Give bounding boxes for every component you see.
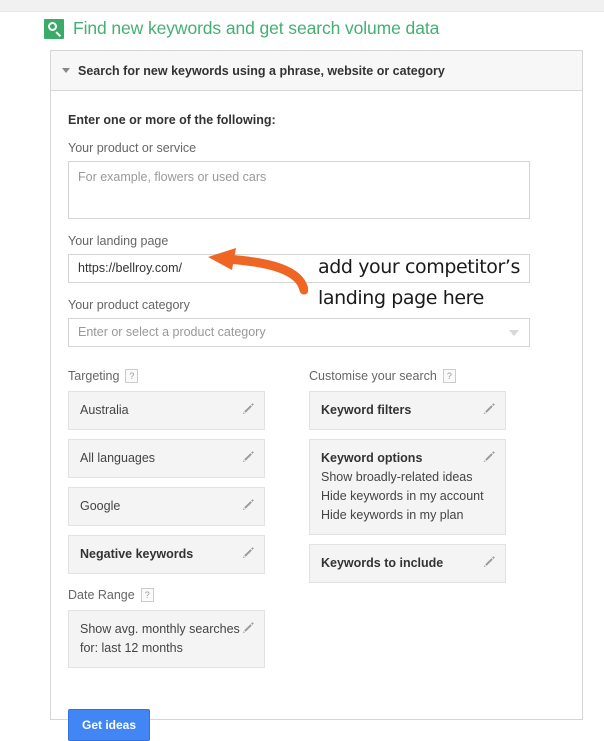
targeting-item-label: Australia: [80, 403, 129, 417]
targeting-heading: Targeting ?: [68, 369, 265, 383]
date-range-line-1: Show avg. monthly searches: [80, 622, 240, 636]
keyword-option-line: Show broadly-related ideas: [321, 470, 473, 484]
keyword-options-label: Keyword options: [321, 451, 423, 465]
caret-down-icon: [62, 68, 70, 73]
targeting-item-negative-keywords[interactable]: Negative keywords: [68, 535, 265, 574]
help-icon[interactable]: ?: [442, 369, 456, 383]
product-category-placeholder: Enter or select a product category: [78, 325, 266, 339]
landing-page-label: Your landing page: [68, 234, 169, 248]
annotation-line-1: add your competitor’s: [318, 256, 521, 278]
form-section-title: Enter one or more of the following:: [68, 113, 276, 127]
curved-arrow-icon: [196, 248, 309, 301]
pencil-icon[interactable]: [241, 498, 255, 512]
keyword-option-line: Hide keywords in my account: [321, 489, 484, 503]
targeting-heading-label: Targeting: [68, 369, 120, 383]
pencil-icon[interactable]: [241, 621, 255, 635]
keyword-filters-label: Keyword filters: [321, 403, 412, 417]
keyword-option-line: Hide keywords in my plan: [321, 508, 464, 522]
pencil-icon[interactable]: [482, 450, 496, 464]
keyword-options-item[interactable]: Keyword options Show broadly-related ide…: [309, 439, 506, 535]
chevron-down-icon: [509, 330, 519, 336]
targeting-item-network[interactable]: Google: [68, 487, 265, 526]
panel-header-toggle[interactable]: Search for new keywords using a phrase, …: [51, 51, 582, 91]
targeting-column: Targeting ? Australia All languages Goog…: [68, 369, 265, 677]
date-range-heading: Date Range ?: [68, 588, 265, 602]
targeting-item-location[interactable]: Australia: [68, 391, 265, 430]
pencil-icon[interactable]: [241, 546, 255, 560]
product-category-select[interactable]: Enter or select a product category: [68, 318, 530, 347]
help-icon[interactable]: ?: [140, 588, 154, 602]
search-panel: Search for new keywords using a phrase, …: [50, 50, 583, 741]
pencil-icon[interactable]: [241, 450, 255, 464]
product-or-service-input[interactable]: For example, flowers or used cars: [68, 161, 530, 219]
page-heading: Find new keywords and get search volume …: [44, 18, 439, 39]
keywords-to-include-item[interactable]: Keywords to include: [309, 544, 506, 583]
date-range-line-2: for: last 12 months: [80, 641, 183, 655]
options-columns: Targeting ? Australia All languages Goog…: [68, 369, 565, 677]
targeting-item-label: Google: [80, 499, 121, 513]
customise-column: Customise your search ? Keyword filters …: [309, 369, 506, 677]
help-icon[interactable]: ?: [125, 369, 139, 383]
pencil-icon[interactable]: [482, 555, 496, 569]
annotation-line-2: landing page here: [318, 287, 484, 309]
pencil-icon[interactable]: [482, 402, 496, 416]
keyword-planner-search-icon: [44, 18, 64, 39]
panel-header-label: Search for new keywords using a phrase, …: [78, 63, 445, 78]
keyword-filters-item[interactable]: Keyword filters: [309, 391, 506, 430]
targeting-item-languages[interactable]: All languages: [68, 439, 265, 478]
date-range-heading-label: Date Range: [68, 588, 135, 602]
browser-top-strip: [0, 0, 604, 12]
get-ideas-button[interactable]: Get ideas: [68, 709, 151, 741]
page-title: Find new keywords and get search volume …: [73, 18, 440, 38]
customise-heading-label: Customise your search: [309, 369, 437, 383]
targeting-item-label: All languages: [80, 451, 156, 465]
annotation-text: add your competitor’s landing page here: [318, 252, 520, 314]
date-range-item[interactable]: Show avg. monthly searches for: last 12 …: [68, 610, 265, 668]
product-or-service-label: Your product or service: [68, 141, 197, 155]
pencil-icon[interactable]: [241, 402, 255, 416]
targeting-item-label: Negative keywords: [80, 547, 194, 561]
customise-heading: Customise your search ?: [309, 369, 506, 383]
panel-body: Enter one or more of the following: Your…: [51, 91, 582, 741]
keywords-to-include-label: Keywords to include: [321, 556, 444, 570]
